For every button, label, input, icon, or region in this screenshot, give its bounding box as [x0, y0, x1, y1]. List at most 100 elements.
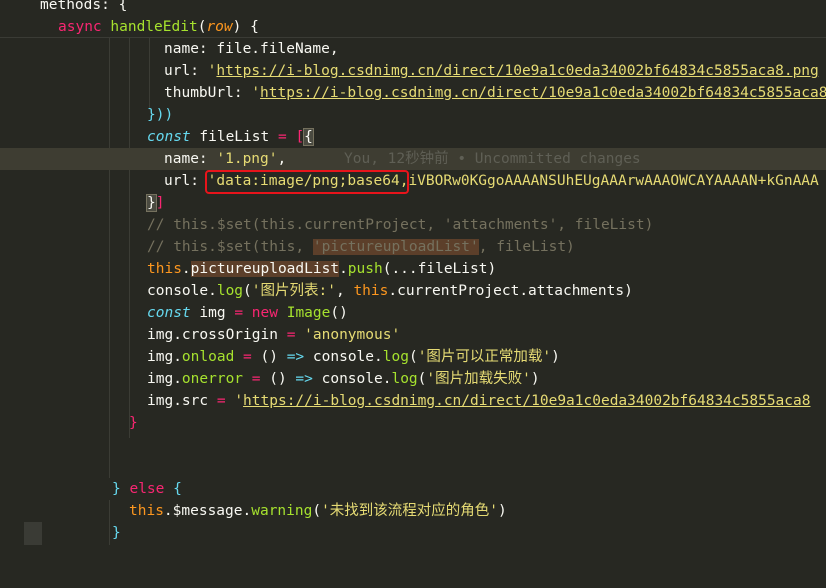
- code-editor[interactable]: methods: { async handleEdit(row) { name:…: [0, 0, 826, 545]
- keyword: new: [251, 305, 278, 321]
- string-literal: '未找到该流程对应的角色': [321, 503, 499, 519]
- comment: // this.$set(this.currentProject, 'attac…: [147, 217, 654, 233]
- code-line: url: 'https://i-blog.csdnimg.cn/direct/1…: [0, 60, 826, 82]
- variable-name: img: [190, 305, 235, 321]
- operator: =: [216, 393, 226, 409]
- url-link[interactable]: https://i-blog.csdnimg.cn/direct/10e9a1c…: [216, 63, 818, 79]
- bracket: {: [164, 481, 182, 497]
- property-key: url: [164, 173, 191, 189]
- code-line: methods: {: [0, 0, 826, 16]
- method-name: log: [382, 349, 409, 365]
- operator: =: [277, 129, 287, 145]
- keyword: async: [58, 19, 102, 35]
- token: .: [208, 283, 217, 299]
- method-name: onerror: [181, 371, 244, 387]
- token: :: [233, 85, 252, 101]
- token: (): [260, 371, 296, 387]
- string-literal: '图片列表:': [251, 283, 336, 299]
- code-line: img.crossOrigin = 'anonymous': [0, 324, 826, 346]
- code-line: } else {: [0, 478, 826, 500]
- token: (: [312, 503, 322, 519]
- method-name: log: [216, 283, 244, 299]
- variable-name: fileList: [190, 129, 278, 145]
- bracket: }: [112, 481, 121, 497]
- string-literal: '图片可以正常加载': [417, 349, 552, 365]
- operator: =: [243, 349, 252, 365]
- class-name: Image: [286, 305, 331, 321]
- code-line: img.src = 'https://i-blog.csdnimg.cn/dir…: [0, 390, 826, 412]
- code-line: img.onload = () => console.log('图片可以正常加载…: [0, 346, 826, 368]
- method-name: warning: [251, 503, 313, 519]
- token: ,: [277, 151, 287, 167]
- bracket: })): [147, 107, 174, 123]
- this-keyword: this: [129, 503, 164, 519]
- token: (: [243, 283, 252, 299]
- token: .: [339, 261, 348, 277]
- token: ): [498, 503, 507, 519]
- arrow-operator: =>: [295, 371, 313, 387]
- matched-bracket: }: [146, 194, 157, 212]
- string-quote: ': [234, 393, 244, 409]
- code-line: thumbUrl: 'https://i-blog.csdnimg.cn/dir…: [0, 82, 826, 104]
- string-quote: ': [251, 85, 261, 101]
- token: ,: [335, 283, 354, 299]
- code-line: img.onerror = () => console.log('图片加载失败'…: [0, 368, 826, 390]
- method-name: log: [391, 371, 418, 387]
- token: :: [198, 151, 217, 167]
- code-line: }: [0, 412, 826, 434]
- matched-bracket: {: [303, 128, 314, 146]
- string-literal: '图片加载失败': [426, 371, 531, 387]
- token: console.: [312, 371, 392, 387]
- token: .currentProject.attachments): [388, 283, 633, 299]
- bracket: }: [129, 415, 138, 431]
- method-name: push: [347, 261, 383, 277]
- bracket: ]: [155, 195, 165, 211]
- this-keyword: this: [353, 283, 389, 299]
- code-line: const fileList = [{: [0, 126, 826, 148]
- token: .$message.: [163, 503, 252, 519]
- token: console: [147, 283, 209, 299]
- property-key: name: [164, 41, 199, 57]
- keyword: else: [129, 481, 165, 497]
- parameter: row: [206, 19, 233, 35]
- token: ): [551, 349, 560, 365]
- code-line: name: file.fileName,: [0, 38, 826, 60]
- bracket: [: [295, 129, 305, 145]
- code-line: url: 'data:image/png;base64,iVBORw0KGgoA…: [0, 170, 826, 192]
- keyword: const: [147, 305, 191, 321]
- url-link[interactable]: https://i-blog.csdnimg.cn/direct/10e9a1c…: [243, 393, 810, 409]
- comment: // this.$set(this,: [147, 239, 313, 255]
- url-link[interactable]: https://i-blog.csdnimg.cn/direct/10e9a1c…: [260, 85, 826, 101]
- token: (): [251, 349, 287, 365]
- function-name: handleEdit: [110, 19, 198, 35]
- token: : file.fileName,: [198, 41, 339, 57]
- token: img.src: [147, 393, 217, 409]
- token: ) {: [232, 19, 259, 35]
- code-line: // this.$set(this, 'pictureuploadList', …: [0, 236, 826, 258]
- property-key: name: [164, 151, 199, 167]
- token: :: [190, 63, 208, 79]
- comment: , fileList): [478, 239, 575, 255]
- token: img.crossOrigin: [147, 327, 287, 343]
- token: methods: [40, 0, 102, 13]
- token: (...fileList): [382, 261, 497, 277]
- token: img.: [147, 349, 182, 365]
- keyword: const: [147, 129, 191, 145]
- token: : {: [101, 0, 128, 13]
- code-line: }]: [0, 192, 826, 214]
- git-blame-annotation: You, 12秒钟前 • Uncommitted changes: [344, 151, 641, 167]
- code-line: }: [0, 522, 826, 544]
- code-line: const img = new Image(): [0, 302, 826, 324]
- code-line: async handleEdit(row) {: [0, 16, 826, 38]
- string-literal: '1.png': [216, 151, 278, 167]
- code-line: this.$message.warning('未找到该流程对应的角色'): [0, 500, 826, 522]
- token: img.: [147, 371, 182, 387]
- highlight-annotation-box: [205, 170, 409, 194]
- property-key: thumbUrl: [164, 85, 234, 101]
- token: .: [181, 261, 191, 277]
